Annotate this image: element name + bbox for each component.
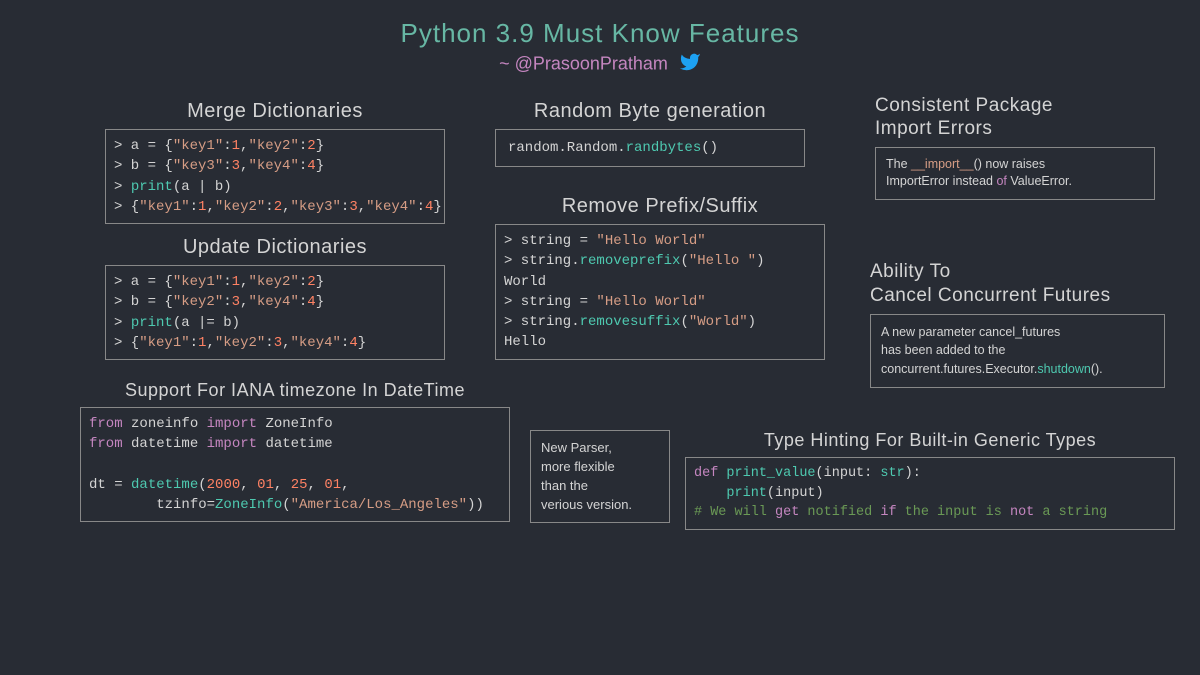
page-title: Python 3.9 Must Know Features [0,0,1200,49]
random-code: random.Random.randbytes() [495,129,805,167]
cancel-title: Ability To Cancel Concurrent Futures [870,260,1165,308]
import-errors-text: The __import__() now raisesImportError i… [875,147,1155,200]
update-title: Update Dictionaries [105,236,445,259]
update-code: > a = {"key1":1,"key2":2} > b = {"key2":… [105,265,445,360]
cancel-text: A new parameter cancel_futureshas been a… [870,314,1165,388]
random-title: Random Byte generation [495,100,805,123]
prefix-title: Remove Prefix/Suffix [495,195,825,218]
prefix-code: > string = "Hello World" > string.remove… [495,224,825,360]
parser-note: New Parser, more flexible than the verio… [530,430,670,523]
merge-code: > a = {"key1":1,"key2":2} > b = {"key3":… [105,129,445,224]
import-errors-title: Consistent Package Import Errors [875,95,1155,141]
page-subtitle: ~ @PrasoonPratham [0,51,1200,78]
author-handle: ~ @PrasoonPratham [499,53,668,73]
merge-title: Merge Dictionaries [105,100,445,123]
iana-title: Support For IANA timezone In DateTime [80,380,510,401]
twitter-icon [679,51,701,78]
typehint-title: Type Hinting For Built-in Generic Types [685,430,1175,451]
iana-code: from zoneinfo import ZoneInfo from datet… [80,407,510,522]
typehint-code: def print_value(input: str): print(input… [685,457,1175,530]
